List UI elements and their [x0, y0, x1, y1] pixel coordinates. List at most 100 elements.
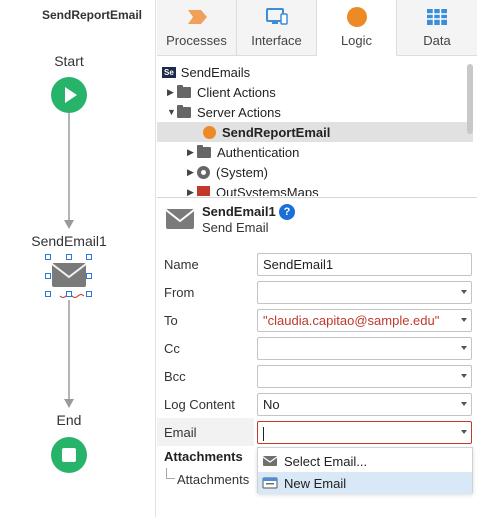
chevron-down-icon[interactable]	[461, 318, 467, 322]
tree-item-server-actions[interactable]: ▼ Server Actions	[167, 102, 467, 122]
module-tabs: Processes Interface Logic Data	[157, 0, 477, 56]
tab-interface[interactable]: Interface	[237, 0, 317, 56]
from-field[interactable]	[257, 281, 472, 304]
selection-handle[interactable]	[86, 254, 92, 260]
prop-label: Name	[164, 257, 199, 272]
field-value: No	[263, 397, 280, 412]
tree-item-label: SendEmails	[180, 64, 251, 80]
tab-logic[interactable]: Logic	[317, 0, 397, 56]
data-grid-icon	[425, 6, 449, 28]
processes-chevron-icon	[185, 6, 209, 28]
selection-handle[interactable]	[45, 254, 51, 260]
selection-handle[interactable]	[86, 291, 92, 297]
properties-subtitle: Send Email	[202, 220, 269, 235]
selection-handle[interactable]	[66, 291, 72, 297]
help-icon[interactable]: ?	[279, 204, 295, 220]
field-value: "claudia.capitao@sample.edu"	[263, 313, 440, 328]
attachments-item[interactable]: Attachments	[177, 472, 249, 487]
expand-caret-icon[interactable]: ▶	[167, 87, 177, 98]
tree-item-authentication[interactable]: ▶ Authentication	[187, 142, 467, 162]
chevron-down-icon[interactable]	[461, 402, 467, 406]
logic-circle-icon	[345, 6, 369, 28]
tab-label: Processes	[166, 33, 227, 48]
tab-label: Interface	[251, 33, 302, 48]
menu-item-label: Select Email...	[284, 453, 368, 469]
prop-label: Bcc	[164, 369, 186, 384]
end-label: End	[56, 412, 82, 428]
tree-item-label: SendReportEmail	[222, 124, 331, 140]
name-field[interactable]: SendEmail1	[257, 253, 472, 276]
chevron-down-icon[interactable]	[461, 346, 467, 350]
prop-row-to: To "claudia.capitao@sample.edu"	[157, 306, 477, 334]
expand-caret-icon[interactable]: ▶	[187, 187, 197, 197]
tree-item-label: OutSystemsMaps	[216, 184, 319, 197]
tab-data[interactable]: Data	[397, 0, 477, 56]
tree-scrollbar[interactable]	[467, 64, 473, 134]
send-email-header-icon	[165, 204, 195, 233]
tree-connector	[166, 468, 175, 479]
menu-item-label: New Email	[284, 475, 347, 491]
start-label: Start	[54, 53, 84, 69]
log-content-select[interactable]: No	[257, 393, 472, 416]
chevron-down-icon[interactable]	[461, 290, 467, 294]
selection-handle[interactable]	[45, 291, 51, 297]
properties-title: SendEmail1	[202, 204, 276, 219]
chevron-down-icon[interactable]	[461, 374, 467, 378]
send-email-label: SendEmail1	[31, 233, 107, 249]
tab-label: Logic	[340, 33, 373, 48]
tree-item-client-actions[interactable]: ▶ Client Actions	[167, 82, 467, 102]
folder-icon	[177, 104, 191, 118]
tree-item-label: Client Actions	[197, 84, 276, 100]
outsystems-maps-icon	[197, 185, 210, 196]
tab-processes[interactable]: Processes	[157, 0, 237, 56]
folder-icon	[197, 144, 211, 158]
prop-row-log-content: Log Content No	[157, 390, 477, 418]
selection-handle[interactable]	[45, 273, 51, 279]
end-node-icon[interactable]	[51, 437, 87, 473]
chevron-down-icon[interactable]	[461, 430, 467, 434]
envelope-icon	[262, 456, 278, 466]
tab-label: Data	[423, 33, 451, 48]
cc-field[interactable]	[257, 337, 472, 360]
prop-label: Email	[164, 425, 197, 440]
prop-row-from: From	[157, 278, 477, 306]
attachments-heading: Attachments	[164, 449, 243, 464]
prop-row-cc: Cc	[157, 334, 477, 362]
module-badge-icon: Se	[162, 66, 176, 78]
prop-label: From	[164, 285, 195, 300]
tree-item-label: Server Actions	[197, 104, 281, 120]
monitor-icon	[265, 6, 289, 28]
to-field[interactable]: "claudia.capitao@sample.edu"	[257, 309, 472, 332]
start-node-icon[interactable]	[51, 77, 87, 113]
email-field[interactable]	[257, 421, 472, 444]
tree-item-system[interactable]: ▶ (System)	[187, 162, 467, 182]
selection-handle[interactable]	[86, 273, 92, 279]
prop-label: Cc	[164, 341, 180, 356]
flow-canvas[interactable]: SendReportEmail Start SendEmail1 End	[0, 0, 156, 517]
tree-item-outsystems-maps[interactable]: ▶ OutSystemsMaps	[187, 182, 467, 196]
tree-item-sendemails[interactable]: Se SendEmails	[162, 62, 472, 82]
prop-row-name: Name SendEmail1	[157, 250, 477, 278]
tree-item-label: (System)	[216, 164, 268, 180]
logic-tree[interactable]: Se SendEmails ▶ Client Actions ▼ Server …	[157, 60, 477, 196]
prop-label: Log Content	[164, 397, 235, 412]
envelope-icon	[51, 263, 87, 287]
prop-row-bcc: Bcc	[157, 362, 477, 390]
server-action-icon	[203, 125, 216, 139]
prop-row-email: Email	[157, 418, 477, 446]
email-dropdown-menu: Select Email... New Email	[257, 447, 473, 494]
menu-item-new-email[interactable]: New Email	[258, 472, 472, 494]
menu-item-select-email[interactable]: Select Email...	[258, 450, 472, 472]
collapse-caret-icon[interactable]: ▼	[167, 107, 177, 117]
new-email-icon	[262, 477, 278, 489]
expand-caret-icon[interactable]: ▶	[187, 167, 197, 178]
tree-item-label: Authentication	[217, 144, 300, 160]
send-email-node[interactable]	[45, 254, 92, 297]
folder-icon	[177, 84, 191, 98]
bcc-field[interactable]	[257, 365, 472, 388]
prop-label: To	[164, 313, 178, 328]
system-icon	[197, 165, 210, 179]
expand-caret-icon[interactable]: ▶	[187, 147, 197, 158]
selection-handle[interactable]	[66, 254, 72, 260]
tree-item-send-report-email[interactable]: SendReportEmail	[157, 122, 473, 142]
